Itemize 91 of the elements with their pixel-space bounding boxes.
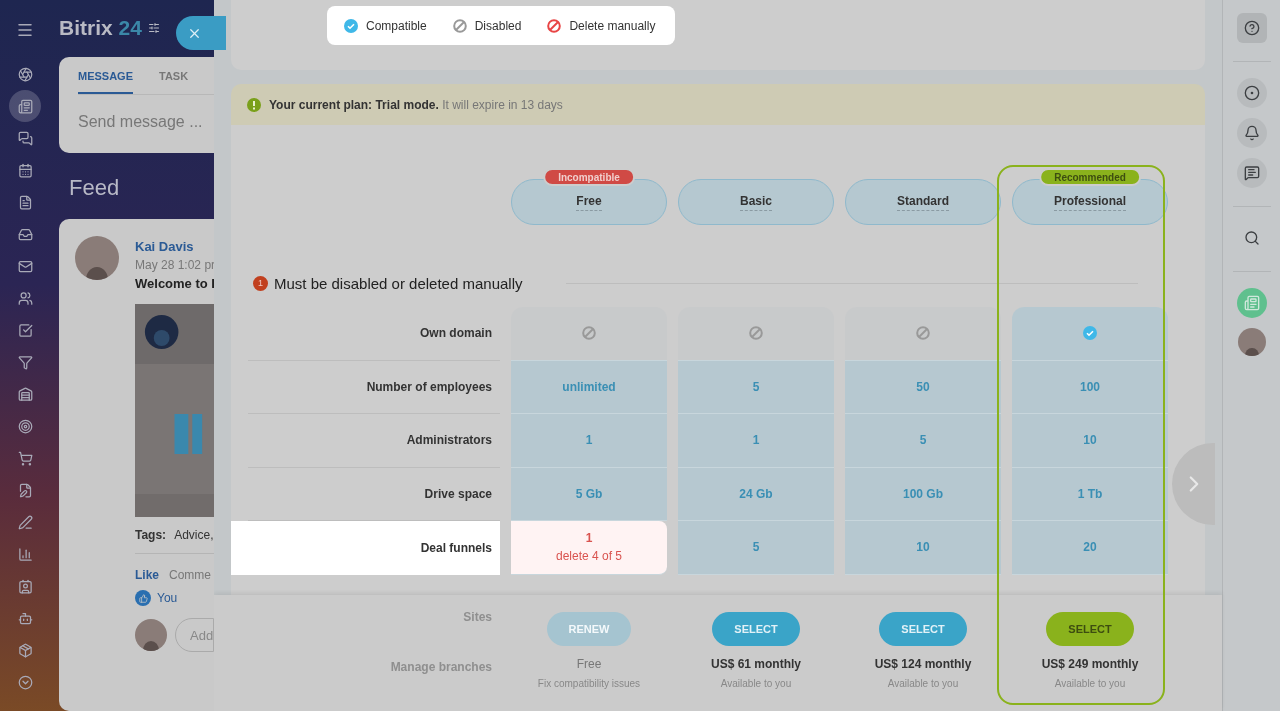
cart-icon — [17, 450, 33, 466]
newspaper-icon — [1243, 295, 1260, 311]
like-link[interactable]: Like — [135, 568, 159, 582]
table-cell: 10 — [845, 521, 1001, 575]
sliders-icon[interactable] — [147, 22, 160, 34]
warning-icon — [247, 97, 261, 112]
box-icon — [17, 642, 33, 658]
table-cell: 100 Gb — [845, 467, 1001, 521]
plan-price: US$ 124 monthly — [874, 657, 972, 671]
document-icon — [17, 194, 33, 210]
table-cell: unlimited — [511, 360, 667, 414]
table-cell: 5 — [845, 414, 1001, 468]
message-field[interactable]: Send message ... — [78, 95, 214, 131]
table-cell: 5 — [678, 521, 834, 575]
plan-button[interactable]: SELECT — [1046, 612, 1134, 646]
nav-item[interactable] — [9, 90, 41, 122]
table-cell: 100 — [1012, 360, 1168, 414]
newspaper-icon — [17, 98, 33, 114]
row-label: Number of employees — [248, 360, 500, 414]
toolbar-button[interactable] — [1236, 78, 1267, 108]
plan-button[interactable]: SELECT — [712, 612, 800, 646]
plan-note: Available to you — [720, 678, 792, 689]
table-cell: 1 Tb — [1012, 467, 1168, 521]
target-icon — [1243, 85, 1260, 101]
plan-price: Free — [576, 657, 602, 671]
count-badge: 1 — [253, 275, 268, 291]
row-label: Deal funnels — [231, 521, 500, 575]
table-cell: 1 delete 4 of 5 — [511, 521, 667, 575]
plan-note: Fix compatibility issues — [537, 678, 641, 689]
row-label: Manage branches — [390, 660, 492, 674]
legend-label: Delete manually — [569, 18, 656, 33]
checkbox-icon — [17, 322, 33, 338]
banner-text: Your current plan: Trial mode. It will expire in 13 days — [269, 97, 563, 112]
bar-chart-icon — [17, 546, 33, 562]
plan-note: Available to you — [887, 678, 959, 689]
robot-icon — [17, 610, 33, 626]
legend-label: Compatible — [366, 18, 427, 33]
table-cell: 24 Gb — [678, 467, 834, 521]
table-cell: 1 — [511, 414, 667, 468]
warehouse-icon — [17, 386, 33, 402]
edit-document-icon — [17, 482, 33, 498]
table-cell: 50 — [845, 360, 1001, 414]
table-cell: 5 — [678, 360, 834, 414]
row-label: Sites — [463, 610, 492, 624]
filter-icon — [17, 354, 33, 370]
help-icon — [1243, 20, 1260, 36]
legend-label: Disabled — [474, 18, 522, 33]
plan-tab[interactable]: Basic — [678, 179, 834, 225]
chat-icon — [1243, 165, 1260, 181]
notifications-button[interactable] — [1236, 118, 1267, 148]
pen-icon — [17, 514, 33, 530]
chat-button[interactable] — [1236, 158, 1267, 188]
plan-price: US$ 61 monthly — [711, 657, 801, 671]
help-button[interactable] — [1236, 13, 1267, 43]
row-label: Own domain — [248, 307, 500, 361]
close-button[interactable] — [176, 16, 226, 50]
plan-badge: Incompatible — [543, 168, 635, 186]
bell-icon — [1243, 125, 1260, 141]
composer-tab[interactable]: TASK — [159, 57, 189, 94]
plan-note: Available to you — [1054, 678, 1126, 689]
chevron-down-icon — [17, 674, 33, 690]
inbox-icon — [17, 226, 33, 242]
menu-icon[interactable] — [16, 21, 34, 39]
reaction-text: You — [157, 591, 178, 605]
plan-price: US$ 249 monthly — [1041, 657, 1139, 671]
logo: Bitrix 24 — [59, 16, 142, 40]
post-date: May 28 1:02 pr — [135, 258, 214, 272]
table-cell: 20 — [1012, 521, 1168, 575]
mail-icon — [17, 258, 33, 274]
section-title: Must be disabled or deleted manually — [274, 274, 523, 292]
people-icon — [17, 290, 33, 306]
comment-link[interactable]: Comme — [169, 568, 212, 582]
feed-title: Feed — [69, 175, 121, 202]
table-cell: 1 — [678, 414, 834, 468]
plan-button[interactable]: SELECT — [879, 612, 967, 646]
table-cell: 10 — [1012, 414, 1168, 468]
table-cell: 5 Gb — [511, 467, 667, 521]
target-icon — [17, 418, 33, 434]
composer-tab[interactable]: MESSAGE — [78, 57, 133, 94]
plan-tab[interactable]: Standard — [845, 179, 1001, 225]
author-link[interactable]: Kai Davis — [135, 239, 214, 254]
tags-label: Tags: — [135, 528, 167, 542]
tag-link[interactable]: Advice, — [174, 528, 214, 542]
chat-icon — [17, 130, 33, 146]
search-icon[interactable] — [1243, 230, 1260, 246]
post-title: Welcome to I — [135, 276, 214, 291]
plan-badge: Recommended — [1039, 168, 1141, 186]
calendar-icon — [17, 162, 33, 178]
aperture-icon — [17, 66, 33, 82]
row-label: Administrators — [248, 414, 500, 468]
contact-card-icon — [17, 578, 33, 594]
